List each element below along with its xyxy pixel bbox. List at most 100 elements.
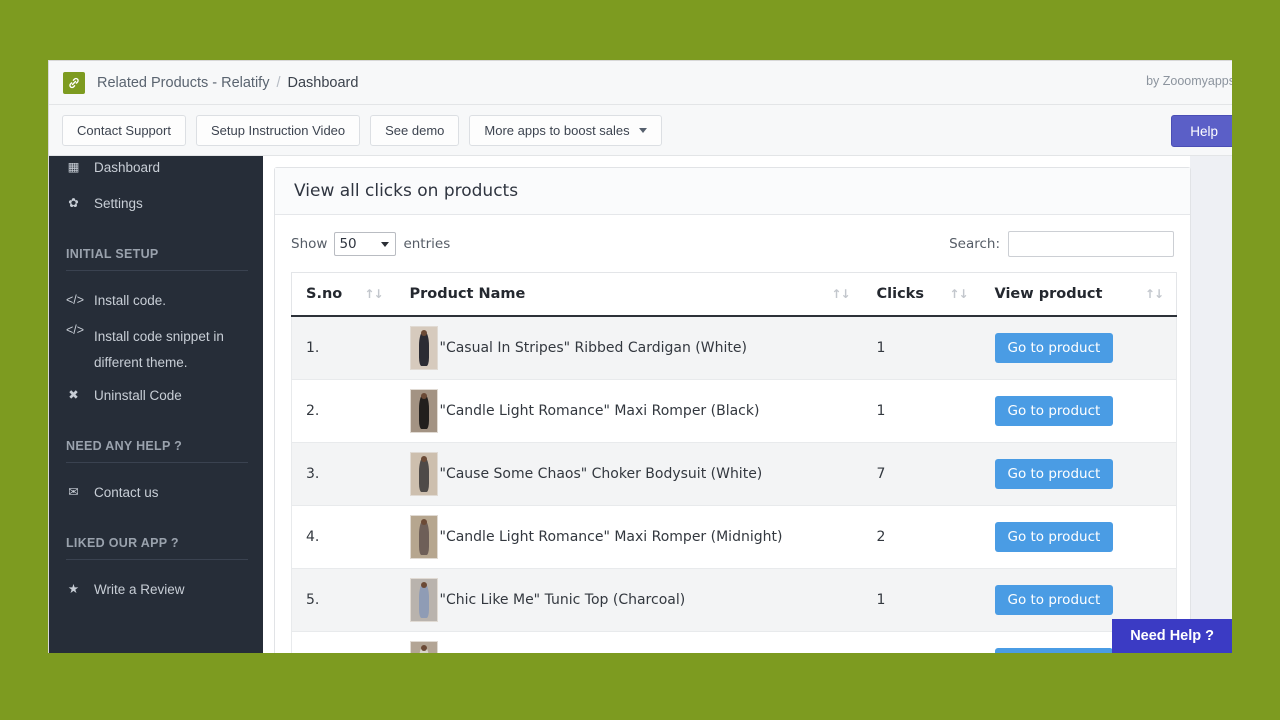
- chevron-down-icon: [638, 127, 647, 133]
- table-row: 4. "Candle Light Romance" Maxi Romper (Mi…: [291, 505, 1177, 569]
- star-icon: ★: [67, 582, 80, 597]
- need-help-widget[interactable]: Need Help ?: [1112, 619, 1232, 653]
- entries-label: entries: [403, 236, 451, 252]
- sidebar-divider: [66, 559, 248, 561]
- cell-product-name: "Cause Some Chaos" Choker Bodysuit (Whit…: [395, 442, 863, 506]
- cell-product-name: "Chic Like Me" Tunic Top (Charcoal): [395, 568, 863, 632]
- show-label: Show: [291, 236, 328, 252]
- sidebar-item-label: Uninstall Code: [94, 387, 182, 403]
- table-row: 1. "Casual In Stripes" Ribbed Cardigan (W…: [291, 316, 1177, 380]
- app-window: Related Products - Relatify / Dashboard …: [48, 60, 1232, 653]
- more-apps-dropdown-button[interactable]: More apps to boost sales: [469, 114, 662, 146]
- table-head: S.no ↑↓ Product Name ↑↓ Clicks ↑↓ View p…: [291, 272, 1177, 317]
- see-demo-label: See demo: [385, 122, 445, 138]
- more-apps-label: More apps to boost sales: [484, 122, 630, 138]
- cell-view-product: Go to product: [980, 316, 1177, 380]
- sort-updown-icon: ↑↓: [831, 287, 850, 301]
- go-to-product-button[interactable]: Go to product: [994, 585, 1114, 615]
- sidebar-section-need-help-heading: NEED ANY HELP ?: [66, 439, 183, 454]
- clicks-card: View all clicks on products Show 50 entr…: [274, 167, 1191, 653]
- vendor-label: by Zooomyapps: [1146, 74, 1232, 88]
- datatable-controls: Show 50 entries Search:: [291, 227, 1174, 261]
- cell-sno: 2.: [291, 379, 396, 443]
- column-label: Clicks: [876, 286, 924, 302]
- page-title: View all clicks on products: [294, 181, 519, 201]
- column-header-view-product[interactable]: View product ↑↓: [980, 272, 1177, 317]
- product-name-text: "Casual In Stripes" Ribbed Cardigan (Whi…: [439, 340, 747, 356]
- cell-sno: 5.: [291, 568, 396, 632]
- sidebar-item-label: Write a Review: [94, 581, 185, 597]
- datatable-length-control: Show 50 entries: [291, 232, 450, 256]
- cell-view-product: Go to product: [980, 505, 1177, 569]
- column-header-clicks[interactable]: Clicks ↑↓: [862, 272, 981, 317]
- cell-sno: 3.: [291, 442, 396, 506]
- sidebar-item-write-a-review[interactable]: ★ Write a Review: [49, 571, 263, 607]
- chevron-down-icon: [381, 242, 390, 247]
- product-thumbnail: [409, 515, 438, 559]
- code-icon: </>: [66, 323, 85, 337]
- sidebar-item-settings[interactable]: ✿ Settings: [49, 185, 263, 221]
- entries-select-value: 50: [339, 236, 357, 252]
- card-body: Show 50 entries Search: S.no ↑↓ Product …: [275, 215, 1190, 653]
- gear-icon: ✿: [68, 195, 79, 210]
- go-to-product-button[interactable]: Go to product: [994, 648, 1114, 653]
- product-name-text: "Chic Like Me" Tunic Top (Charcoal): [439, 592, 686, 608]
- sort-updown-icon: ↑↓: [949, 287, 968, 301]
- product-name-text: "Candle Light Romance" Maxi Romper (Midn…: [439, 529, 783, 545]
- cell-clicks: 1: [862, 316, 981, 380]
- cell-clicks: 7: [862, 442, 981, 506]
- sort-updown-icon: ↑↓: [1144, 287, 1164, 301]
- product-thumbnail: [409, 641, 438, 653]
- column-header-product-name[interactable]: Product Name ↑↓: [395, 272, 863, 317]
- sidebar-item-uninstall-code[interactable]: ✖ Uninstall Code: [49, 377, 263, 413]
- cell-view-product: Go to product: [980, 379, 1177, 443]
- sidebar-divider: [66, 462, 248, 464]
- sidebar: ▦ Dashboard ✿ Settings INITIAL SETUP </>…: [49, 156, 263, 653]
- sidebar-item-label: Install code snippet in different theme.: [94, 329, 224, 370]
- link-chain-icon: [63, 71, 85, 94]
- go-to-product-button[interactable]: Go to product: [994, 333, 1114, 363]
- toolbar: Contact Support Setup Instruction Video …: [49, 105, 1232, 156]
- cell-clicks: 1: [862, 568, 981, 632]
- sidebar-divider: [66, 270, 248, 271]
- column-header-sno[interactable]: S.no ↑↓: [291, 272, 396, 317]
- cell-view-product: Go to product: [980, 442, 1177, 506]
- sidebar-item-contact-us[interactable]: ✉ Contact us: [49, 474, 263, 510]
- go-to-product-button[interactable]: Go to product: [994, 459, 1114, 489]
- content-scroll-gutter: [1190, 156, 1232, 653]
- column-label: S.no: [306, 286, 343, 302]
- search-label: Search:: [949, 236, 1000, 252]
- sidebar-item-label: Dashboard: [94, 159, 161, 175]
- search-input[interactable]: [1008, 231, 1174, 257]
- sidebar-item-install-code[interactable]: </> Install code.: [49, 282, 263, 318]
- table-header-row: S.no ↑↓ Product Name ↑↓ Clicks ↑↓ View p…: [291, 272, 1177, 317]
- cell-product-name: "Candle Light Romance" Maxi Romper (Blac…: [395, 379, 863, 443]
- sidebar-section-initial-setup-heading: INITIAL SETUP: [66, 247, 159, 261]
- clicks-table: S.no ↑↓ Product Name ↑↓ Clicks ↑↓ View p…: [291, 272, 1177, 653]
- table-row: 5. "Chic Like Me" Tunic Top (Charcoal) 1 Go…: [291, 568, 1177, 632]
- contact-support-button[interactable]: Contact Support: [62, 114, 186, 146]
- brand-bar: Related Products - Relatify / Dashboard …: [49, 61, 1232, 105]
- datatable-search-control: Search:: [949, 231, 1174, 257]
- close-x-icon: ✖: [68, 388, 79, 403]
- breadcrumb-page: Dashboard: [287, 74, 359, 91]
- main-content: View all clicks on products Show 50 entr…: [263, 156, 1232, 653]
- see-demo-button[interactable]: See demo: [370, 114, 460, 146]
- go-to-product-button[interactable]: Go to product: [994, 396, 1114, 426]
- help-button[interactable]: Help: [1171, 115, 1232, 147]
- sidebar-section-liked-app-heading: LIKED OUR APP ?: [66, 536, 179, 551]
- product-thumbnail: [409, 578, 438, 622]
- cell-clicks: 1: [862, 379, 981, 443]
- product-name-text: "Candle Light Romance" Maxi Romper (Blac…: [439, 403, 760, 419]
- cell-clicks: 2: [862, 505, 981, 569]
- envelope-icon: ✉: [68, 485, 79, 500]
- sidebar-item-install-code-snippet[interactable]: </> Install code snippet in different th…: [49, 318, 263, 377]
- setup-instruction-video-label: Setup Instruction Video: [210, 122, 346, 138]
- setup-instruction-video-button[interactable]: Setup Instruction Video: [195, 114, 361, 146]
- go-to-product-button[interactable]: Go to product: [994, 522, 1114, 552]
- need-help-label: Need Help ?: [1130, 628, 1214, 644]
- entries-select[interactable]: 50: [334, 232, 397, 256]
- sidebar-item-dashboard[interactable]: ▦ Dashboard: [49, 156, 263, 185]
- table-row: 6."Casual Chic Vibes" Tank Top (Sage)1 Go…: [291, 631, 1177, 653]
- sidebar-item-label: Contact us: [94, 484, 159, 500]
